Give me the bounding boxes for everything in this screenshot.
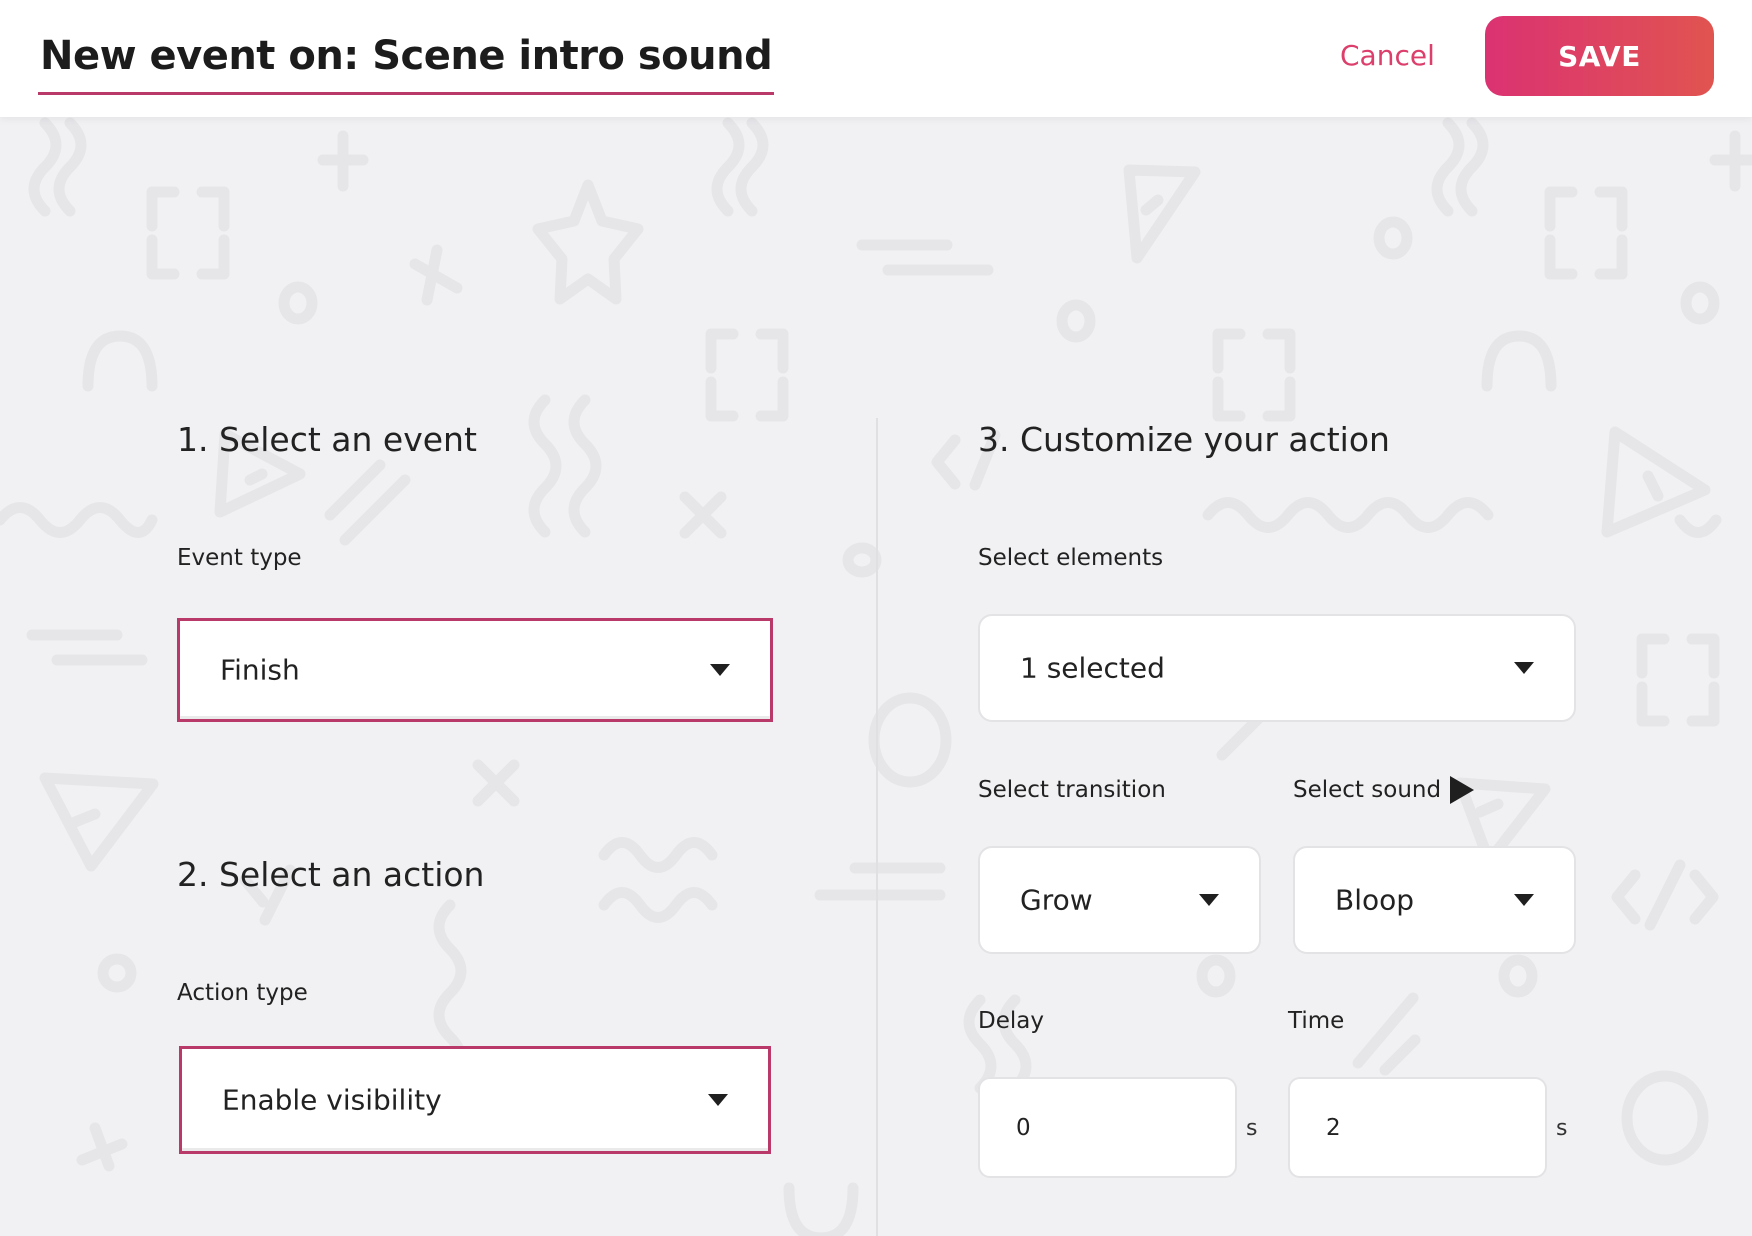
time-input[interactable] (1288, 1077, 1547, 1178)
event-type-label: Event type (177, 545, 302, 571)
cancel-button[interactable]: Cancel (1340, 34, 1435, 78)
delay-input[interactable] (978, 1077, 1237, 1178)
action-type-select[interactable]: Enable visibility (179, 1046, 771, 1154)
select-elements-label: Select elements (978, 545, 1164, 571)
select-transition-label: Select transition (978, 777, 1166, 803)
caret-down-icon (1514, 894, 1534, 906)
event-type-value: Finish (220, 653, 300, 687)
caret-down-icon (710, 664, 730, 676)
step3-heading: 3. Customize your action (978, 420, 1390, 459)
caret-down-icon (1199, 894, 1219, 906)
select-sound-label: Select sound (1293, 777, 1442, 803)
caret-down-icon (1514, 662, 1534, 674)
delay-label: Delay (978, 1008, 1044, 1034)
time-label: Time (1288, 1008, 1345, 1034)
play-icon[interactable] (1450, 776, 1474, 804)
transition-dropdown[interactable]: Grow (978, 846, 1261, 954)
sound-dropdown[interactable]: Bloop (1293, 846, 1576, 954)
transition-value: Grow (1020, 883, 1093, 917)
delay-unit: s (1246, 1116, 1258, 1141)
step2-heading: 2. Select an action (177, 855, 485, 894)
action-type-label: Action type (177, 980, 308, 1006)
event-type-select[interactable]: Finish (177, 618, 773, 722)
sound-value: Bloop (1335, 883, 1415, 917)
header-bar: New event on: Scene intro sound Cancel S… (0, 0, 1752, 117)
page-title: New event on: Scene intro sound (40, 33, 773, 79)
select-elements-dropdown[interactable]: 1 selected (978, 614, 1576, 722)
step1-heading: 1. Select an event (177, 420, 477, 459)
event-editor-form: 1. Select an event Event type Finish 2. … (0, 0, 1752, 1236)
time-unit: s (1556, 1116, 1568, 1141)
page-title-underline: New event on: Scene intro sound (38, 30, 775, 95)
save-button[interactable]: SAVE (1485, 16, 1714, 96)
action-type-value: Enable visibility (222, 1083, 442, 1117)
select-elements-value: 1 selected (1020, 651, 1165, 685)
caret-down-icon (708, 1094, 728, 1106)
